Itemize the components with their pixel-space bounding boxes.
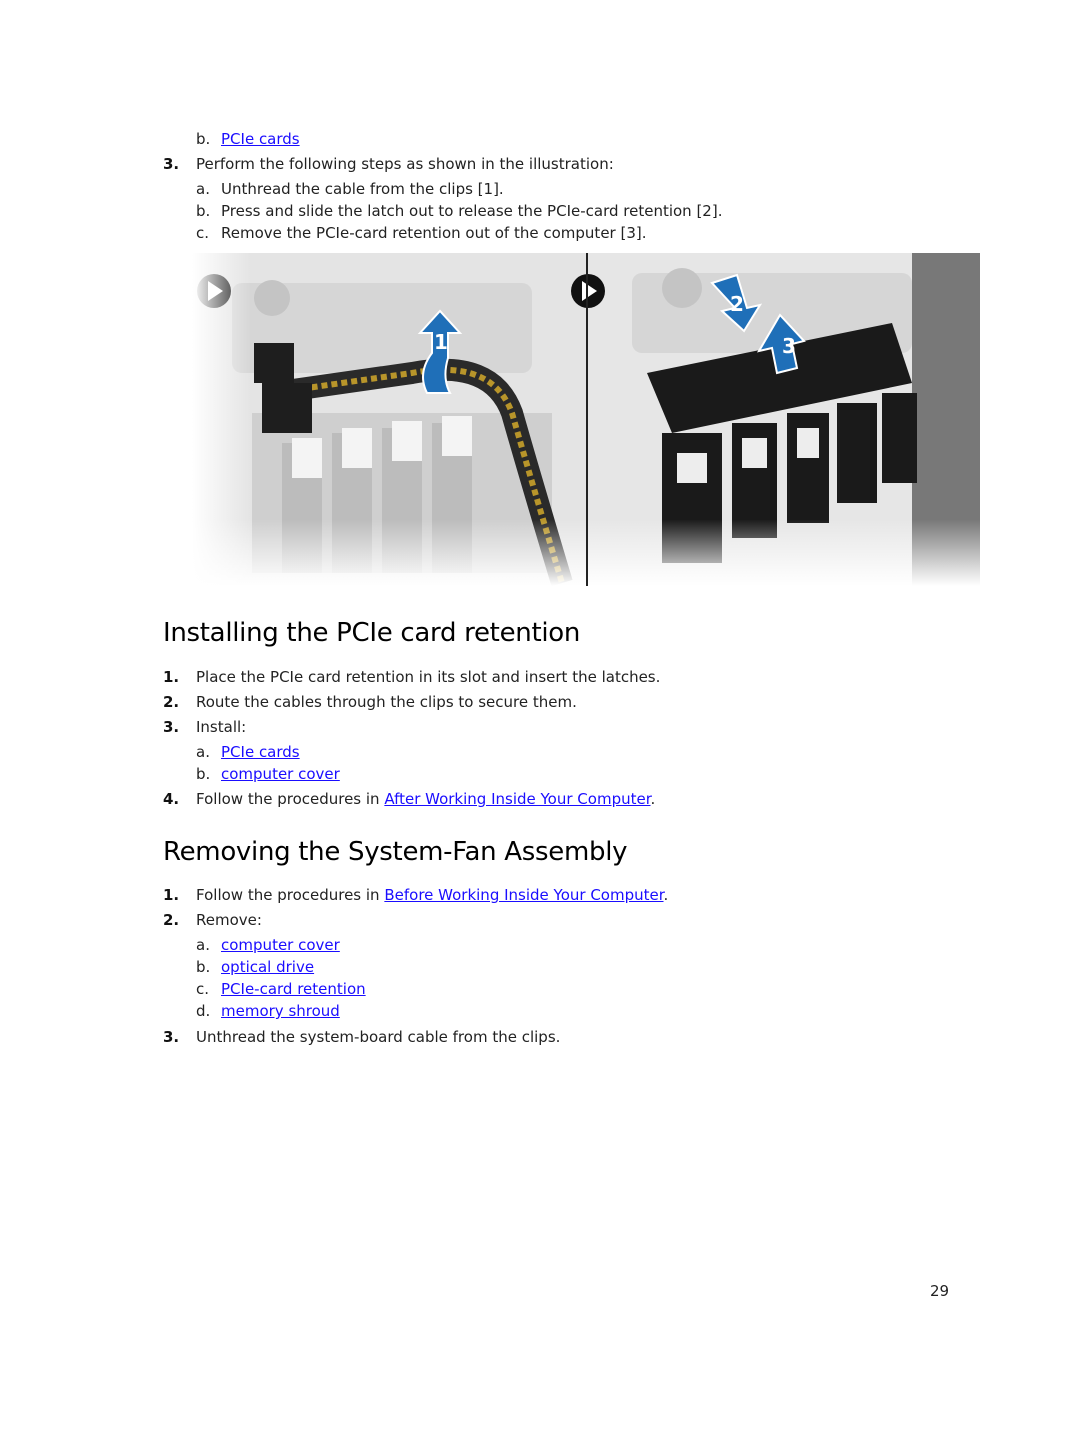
before-working-inside-link[interactable]: Before Working Inside Your Computer <box>384 886 663 904</box>
step-text: Place the PCIe card retention in its slo… <box>196 668 661 686</box>
step-text: Remove: <box>196 911 262 929</box>
step-number: 3. <box>163 1028 180 1046</box>
step-text: Route the cables through the clips to se… <box>196 693 577 711</box>
step-number: 3. <box>163 155 180 173</box>
step-text: Follow the procedures in After Working I… <box>196 790 656 808</box>
step-number: 1. <box>163 886 180 904</box>
pcie-card-retention-link[interactable]: PCIe-card retention <box>221 980 366 998</box>
section-title-install: Installing the PCIe card retention <box>163 618 581 648</box>
step-number: 2. <box>163 911 180 929</box>
list-item: b. PCIe cards <box>196 130 300 148</box>
list-item: b. computer cover <box>196 765 340 783</box>
page-number: 29 <box>930 1282 950 1300</box>
list-item: a. PCIe cards <box>196 743 300 761</box>
step-text: Unthread the system-board cable from the… <box>196 1028 561 1046</box>
list-item: c. Remove the PCIe-card retention out of … <box>196 224 647 242</box>
list-item: b. optical drive <box>196 958 315 976</box>
list-item: a. Unthread the cable from the clips [1]. <box>196 180 504 198</box>
step-text: Follow the procedures in Before Working … <box>196 886 669 904</box>
computer-cover-link[interactable]: computer cover <box>221 765 340 783</box>
step-text: Perform the following steps as shown in … <box>196 155 614 173</box>
pcie-cards-link[interactable]: PCIe cards <box>221 743 300 761</box>
list-item: b. Press and slide the latch out to relea… <box>196 202 723 220</box>
after-working-inside-link[interactable]: After Working Inside Your Computer <box>384 790 650 808</box>
list-item: c. PCIe-card retention <box>196 980 366 998</box>
panel-divider <box>586 253 588 586</box>
pcie-cards-link[interactable]: PCIe cards <box>221 130 300 148</box>
list-item: a. computer cover <box>196 936 340 954</box>
step-number: 3. <box>163 718 180 736</box>
section-title-remove-fan: Removing the System-Fan Assembly <box>163 837 628 867</box>
computer-cover-link[interactable]: computer cover <box>221 936 340 954</box>
list-item: d. memory shroud <box>196 1002 340 1020</box>
step-number: 4. <box>163 790 180 808</box>
illustration: 1 2 3 <box>192 253 980 586</box>
optical-drive-link[interactable]: optical drive <box>221 958 314 976</box>
memory-shroud-link[interactable]: memory shroud <box>221 1002 340 1020</box>
step-number: 2. <box>163 693 180 711</box>
step-number: 1. <box>163 668 180 686</box>
step-text: Install: <box>196 718 247 736</box>
